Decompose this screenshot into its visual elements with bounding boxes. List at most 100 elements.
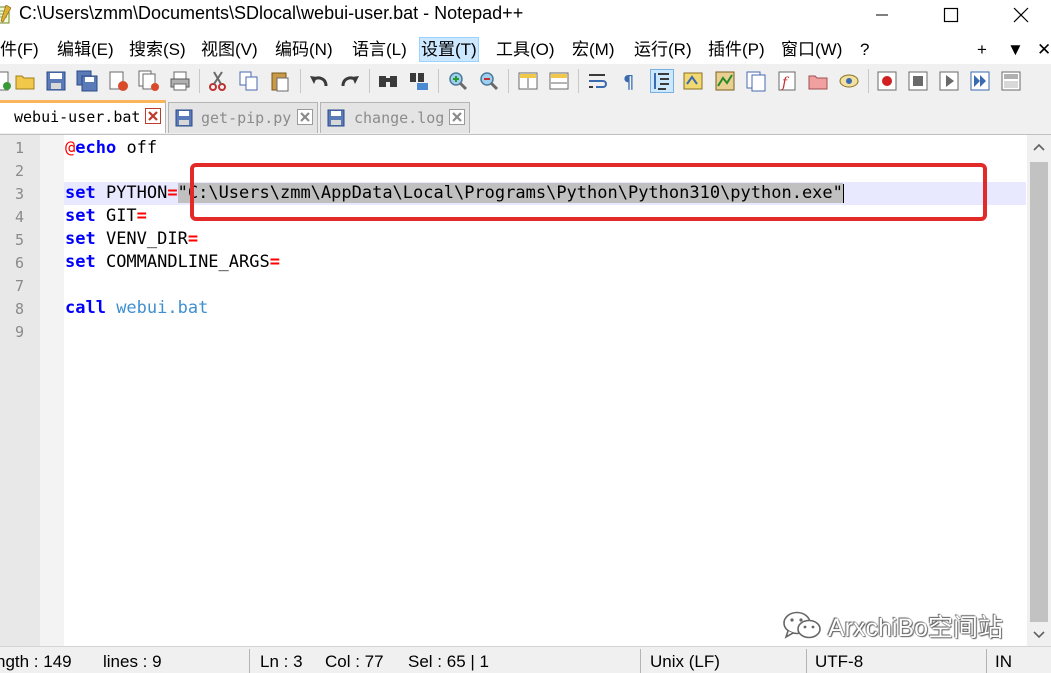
close-file-icon[interactable]: [107, 70, 129, 92]
maximize-button[interactable]: [928, 0, 974, 30]
toolbar-separator: [369, 69, 370, 93]
code-line-1: @echo off: [65, 137, 157, 160]
menu-encoding[interactable]: 编码(N): [275, 38, 333, 61]
menu-search[interactable]: 搜索(S): [129, 38, 186, 61]
tab-label: get-pip.py: [201, 109, 292, 127]
open-file-icon[interactable]: [14, 70, 36, 92]
replace-icon[interactable]: [408, 70, 430, 92]
zoom-in-icon[interactable]: [447, 70, 469, 92]
menu-settings[interactable]: 设置(T): [419, 37, 479, 62]
close-icon: [148, 111, 158, 121]
variable-name: GIT: [95, 206, 137, 226]
new-tab-menu-button[interactable]: +: [977, 38, 987, 61]
folder-workspace-icon[interactable]: [807, 70, 829, 92]
show-all-characters-icon[interactable]: ¶: [618, 70, 640, 92]
zoom-out-icon[interactable]: [478, 70, 500, 92]
toolbar-separator: [300, 69, 301, 93]
menu-view[interactable]: 视图(V): [201, 38, 258, 61]
line-number-gutter: 1 2 3 4 5 6 7 8 9: [0, 135, 40, 646]
macro-stop-icon[interactable]: [907, 70, 929, 92]
menu-run[interactable]: 运行(R): [634, 38, 692, 61]
keyword: set: [65, 252, 96, 272]
scrollbar-thumb[interactable]: [1030, 162, 1048, 622]
watermark-text: ArxchiBo空间站: [828, 614, 1004, 642]
new-file-icon[interactable]: [0, 70, 12, 92]
watermark: ArxchiBo空间站: [782, 609, 1003, 643]
macro-save-icon[interactable]: [1000, 70, 1022, 92]
save-all-icon[interactable]: [76, 70, 98, 92]
menu-window[interactable]: 窗口(W): [781, 38, 842, 61]
macro-run-multiple-icon[interactable]: [969, 70, 991, 92]
tab-change-log[interactable]: change.log: [320, 102, 470, 133]
fold-margin[interactable]: [40, 135, 64, 646]
saved-file-icon: [175, 109, 193, 127]
redo-icon[interactable]: [339, 70, 361, 92]
keyword: set: [65, 229, 96, 249]
toolbar-separator: [199, 69, 200, 93]
sync-horizontal-scroll-icon[interactable]: [548, 70, 570, 92]
tab-close-button[interactable]: [297, 109, 313, 125]
editor-area[interactable]: 1 2 3 4 5 6 7 8 9 @echo off set PYTHON="…: [0, 135, 1051, 646]
menu-tools[interactable]: 工具(O): [496, 38, 555, 61]
menu-help[interactable]: ?: [860, 38, 869, 61]
status-bar: ngth : 149 lines : 9 Ln : 3 Col : 77 Sel…: [0, 646, 1051, 673]
scroll-up-arrow-icon[interactable]: [1033, 143, 1045, 151]
paste-icon[interactable]: [269, 70, 291, 92]
toolbar-separator: [868, 69, 869, 93]
status-divider: [640, 649, 641, 673]
document-map-icon[interactable]: [714, 70, 736, 92]
document-list-icon[interactable]: [745, 70, 767, 92]
status-encoding[interactable]: UTF-8: [815, 652, 863, 672]
save-icon[interactable]: [45, 70, 67, 92]
close-all-icon[interactable]: [138, 70, 160, 92]
notepadplusplus-icon: [0, 5, 11, 24]
vertical-scrollbar[interactable]: [1027, 135, 1051, 646]
variable-name: VENV_DIR: [95, 229, 188, 249]
keyword: set: [65, 183, 96, 203]
window-title: C:\Users\zmm\Documents\SDlocal\webui-use…: [19, 3, 524, 23]
menu-plugins[interactable]: 插件(P): [708, 38, 765, 61]
menu-bar: 文件(F) 编辑(E) 搜索(S) 视图(V) 编码(N) 语言(L) 设置(T…: [0, 34, 1051, 64]
keyword: set: [65, 206, 96, 226]
macro-play-icon[interactable]: [938, 70, 960, 92]
line-number: 8: [14, 300, 24, 318]
user-defined-language-icon[interactable]: [682, 70, 704, 92]
tab-close-button[interactable]: [449, 109, 465, 125]
menu-language[interactable]: 语言(L): [352, 38, 407, 61]
status-eol-format[interactable]: Unix (LF): [650, 652, 720, 672]
minimize-button[interactable]: [859, 0, 905, 30]
title-bar: C:\Users\zmm\Documents\SDlocal\webui-use…: [0, 0, 1051, 34]
svg-text:¶: ¶: [623, 72, 634, 92]
tab-bar: webui-user.bat get-pip.py change.log: [0, 98, 1051, 135]
tab-list-menu-button[interactable]: ▼: [1007, 38, 1024, 61]
close-document-menu-button[interactable]: ✕: [1037, 38, 1051, 61]
toolbar: ¶ f: [0, 64, 1051, 98]
code-text: off: [116, 138, 158, 158]
operator: =: [187, 229, 199, 249]
undo-icon[interactable]: [308, 70, 330, 92]
menu-file[interactable]: 文件(F): [0, 38, 39, 61]
wechat-logo-icon: [783, 611, 821, 639]
menu-edit[interactable]: 编辑(E): [57, 38, 114, 61]
monitoring-eye-icon[interactable]: [838, 70, 860, 92]
tab-close-button[interactable]: [145, 108, 161, 124]
find-icon[interactable]: [377, 70, 399, 92]
print-icon[interactable]: [169, 70, 191, 92]
function-list-icon[interactable]: f: [776, 70, 798, 92]
cut-icon[interactable]: [207, 70, 229, 92]
tab-webui-user-bat[interactable]: webui-user.bat: [0, 100, 166, 133]
menu-macro[interactable]: 宏(M): [572, 38, 614, 61]
code-line-8: call webui.bat: [65, 297, 208, 320]
macro-record-icon[interactable]: [876, 70, 898, 92]
word-wrap-icon[interactable]: [587, 70, 609, 92]
keyword: echo: [75, 138, 117, 158]
tab-get-pip-py[interactable]: get-pip.py: [168, 102, 318, 133]
indent-guide-icon[interactable]: [650, 69, 674, 93]
status-insert-mode[interactable]: IN: [995, 652, 1012, 672]
close-button[interactable]: [998, 0, 1044, 30]
copy-icon[interactable]: [238, 70, 260, 92]
label-text: webui.bat: [105, 298, 209, 318]
scroll-down-arrow-icon[interactable]: [1033, 631, 1045, 639]
sync-vertical-scroll-icon[interactable]: [517, 70, 539, 92]
toolbar-separator: [508, 69, 509, 93]
